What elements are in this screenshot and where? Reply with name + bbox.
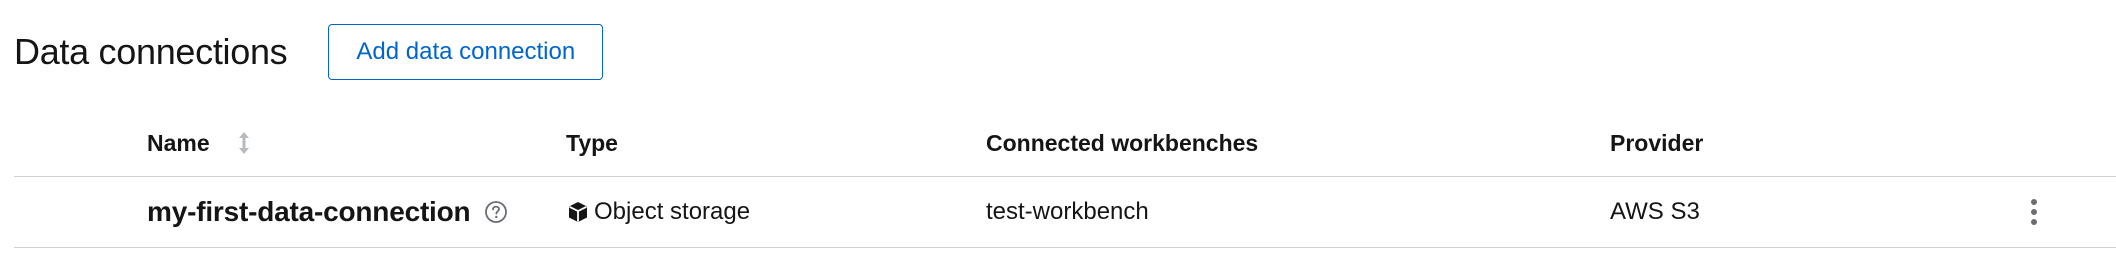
table-header-row: Name Type Connected workbenches Provider [14,110,2116,177]
page-header: Data connections Add data connection [14,24,604,80]
table-row: my-first-data-connection Object storage … [14,177,2116,248]
data-connections-page: Data connections Add data connection Nam… [0,0,2116,258]
sort-icon[interactable] [238,110,250,176]
kebab-icon[interactable] [2014,188,2054,236]
data-connections-table: Name Type Connected workbenches Provider… [14,110,2116,248]
row-actions-cell [2014,177,2054,247]
column-header-name-label: Name [147,130,210,156]
connected-workbench-cell: test-workbench [986,198,1149,225]
column-header-name[interactable]: Name [147,110,250,176]
connection-type: Object storage [594,198,751,225]
column-header-connected-workbenches: Connected workbenches [986,130,1259,156]
cube-icon [566,200,590,224]
column-header-provider: Provider [1610,130,1704,156]
help-icon[interactable] [484,200,508,224]
connection-name-cell: my-first-data-connection [147,177,508,247]
page-title: Data connections [14,31,288,72]
column-header-type: Type [566,130,618,156]
add-data-connection-button[interactable]: Add data connection [328,24,604,80]
connection-name: my-first-data-connection [147,196,471,227]
connection-type-cell: Object storage [566,177,750,247]
provider-cell: AWS S3 [1610,198,1700,225]
